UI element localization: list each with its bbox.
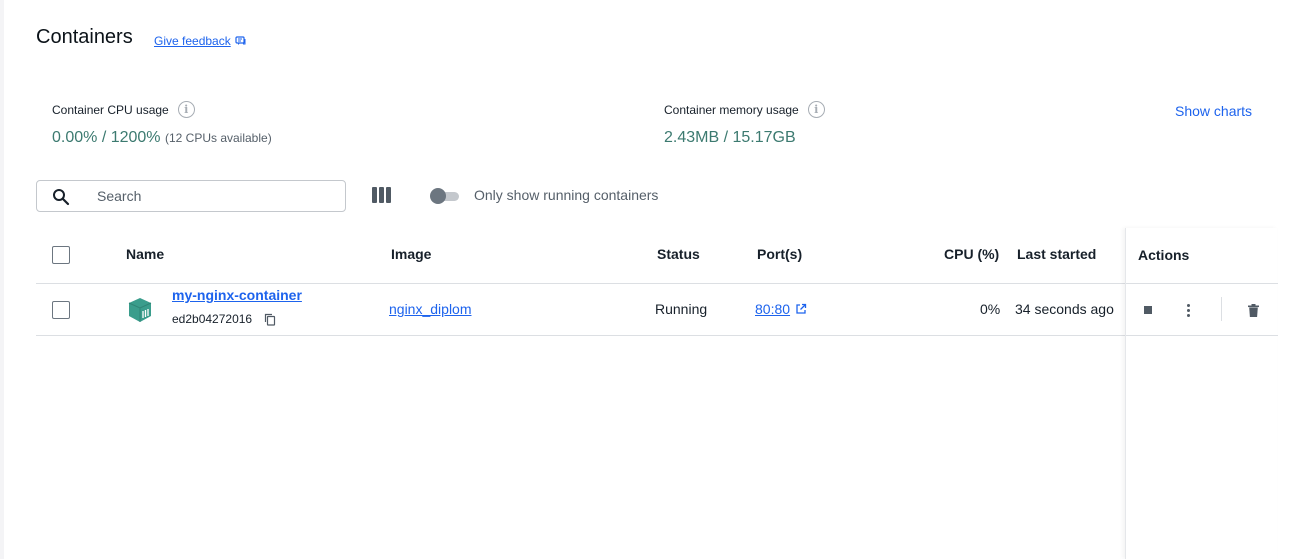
search-box[interactable] bbox=[36, 180, 346, 212]
cpu-usage-value-row: 0.00% / 1200% (12 CPUs available) bbox=[52, 129, 272, 147]
more-actions-button[interactable] bbox=[1178, 300, 1198, 320]
port-cell: 80:80 bbox=[755, 301, 807, 317]
column-header-image[interactable]: Image bbox=[391, 246, 431, 262]
actions-header: Actions bbox=[1126, 228, 1278, 284]
actions-panel: Actions bbox=[1125, 228, 1278, 559]
search-icon bbox=[53, 189, 70, 206]
actions-divider bbox=[1221, 297, 1222, 321]
status-text: Running bbox=[655, 301, 708, 317]
actions-row bbox=[1126, 284, 1278, 336]
memory-usage-label-row: Container memory usage i bbox=[664, 101, 825, 118]
image-link[interactable]: nginx_diplom bbox=[389, 301, 472, 317]
running-only-toggle[interactable] bbox=[430, 187, 460, 205]
container-name-link[interactable]: my-nginx-container bbox=[172, 287, 302, 303]
left-edge bbox=[0, 0, 4, 559]
toggle-knob bbox=[430, 188, 446, 204]
cpu-usage-value: 0.00% / 1200% bbox=[52, 129, 161, 146]
cpu-info-icon[interactable]: i bbox=[177, 101, 195, 118]
show-charts-button[interactable]: Show charts bbox=[1175, 103, 1252, 119]
column-header-last-started[interactable]: Last started bbox=[1017, 246, 1096, 262]
column-header-status[interactable]: Status bbox=[657, 246, 700, 262]
column-header-actions: Actions bbox=[1138, 247, 1190, 263]
give-feedback-label: Give feedback bbox=[154, 34, 231, 48]
container-icon bbox=[128, 298, 152, 322]
external-link-icon[interactable] bbox=[795, 303, 807, 315]
stop-icon bbox=[1144, 306, 1152, 314]
trash-icon bbox=[1247, 303, 1259, 317]
feedback-icon bbox=[235, 36, 246, 45]
column-header-cpu[interactable]: CPU (%) bbox=[944, 246, 999, 262]
container-id: ed2b04272016 bbox=[172, 312, 253, 326]
delete-button[interactable] bbox=[1243, 300, 1263, 320]
memory-usage-label: Container memory usage bbox=[664, 102, 799, 117]
page-title: Containers bbox=[36, 26, 133, 48]
more-icon bbox=[1186, 303, 1190, 317]
port-link[interactable]: 80:80 bbox=[755, 301, 790, 317]
cpu-available-note: (12 CPUs available) bbox=[164, 131, 272, 145]
cpu-percent: 0% bbox=[980, 301, 1001, 317]
columns-icon[interactable] bbox=[372, 187, 391, 203]
copy-icon[interactable] bbox=[264, 313, 276, 326]
table-header: Name Image Status Port(s) CPU (%) Last s… bbox=[36, 228, 1277, 284]
cpu-usage-label: Container CPU usage bbox=[52, 102, 169, 117]
running-only-label: Only show running containers bbox=[474, 187, 659, 203]
table-row[interactable]: my-nginx-container ed2b04272016 nginx_di… bbox=[36, 284, 1277, 336]
search-input[interactable] bbox=[97, 186, 337, 206]
give-feedback-link[interactable]: Give feedback bbox=[154, 34, 247, 48]
memory-info-icon[interactable]: i bbox=[807, 101, 825, 118]
cpu-usage-label-row: Container CPU usage i bbox=[52, 101, 195, 118]
select-all-checkbox[interactable] bbox=[52, 246, 70, 264]
memory-usage-value: 2.43MB / 15.17GB bbox=[664, 129, 796, 146]
stop-button[interactable] bbox=[1138, 300, 1158, 320]
column-header-ports[interactable]: Port(s) bbox=[757, 246, 802, 262]
row-checkbox[interactable] bbox=[52, 301, 70, 319]
last-started: 34 seconds ago bbox=[1015, 301, 1114, 317]
column-header-name[interactable]: Name bbox=[126, 246, 164, 262]
